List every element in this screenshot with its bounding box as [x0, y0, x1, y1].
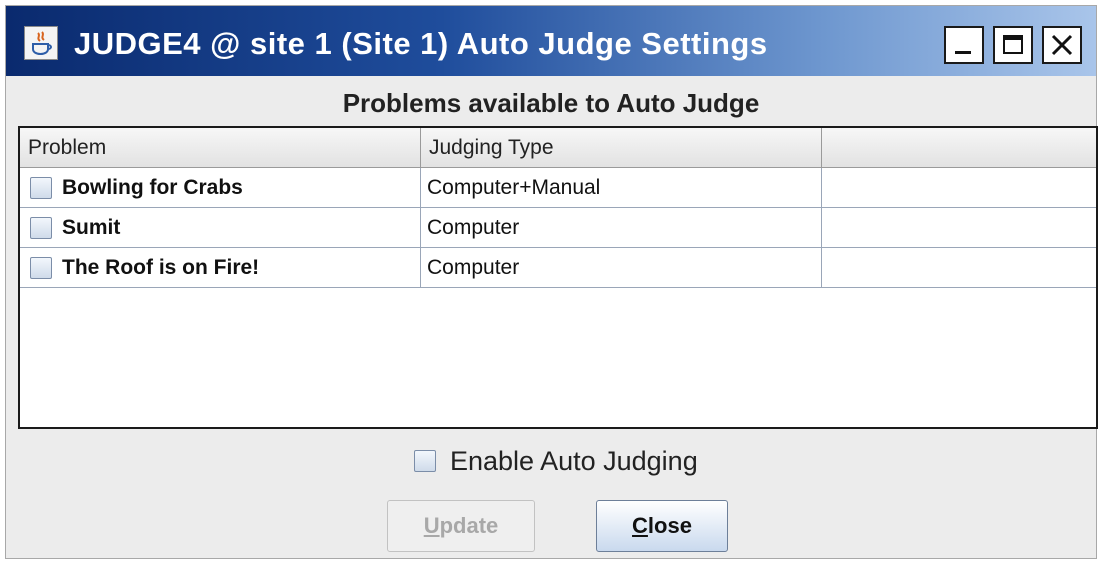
close-button[interactable]: Close	[596, 500, 728, 552]
update-mnemonic: U	[423, 513, 440, 538]
empty-cell[interactable]	[822, 248, 1096, 288]
update-label-rest: pdate	[439, 513, 499, 538]
enable-auto-judging-checkbox[interactable]	[414, 450, 436, 472]
minimize-icon	[955, 51, 971, 54]
judging-type-cell[interactable]: Computer	[421, 208, 822, 248]
judging-type-cell[interactable]: Computer+Manual	[421, 168, 822, 208]
title-bar[interactable]: JUDGE4 @ site 1 (Site 1) Auto Judge Sett…	[6, 6, 1096, 76]
maximize-icon	[1003, 35, 1023, 54]
close-window-button[interactable]	[1042, 26, 1082, 64]
window-title: JUDGE4 @ site 1 (Site 1) Auto Judge Sett…	[74, 26, 768, 61]
close-mnemonic: C	[632, 513, 648, 538]
column-header-problem[interactable]: Problem	[20, 128, 421, 168]
empty-cell[interactable]	[822, 168, 1096, 208]
problem-name: The Roof is on Fire!	[62, 256, 260, 279]
empty-cell[interactable]	[822, 208, 1096, 248]
maximize-button[interactable]	[993, 26, 1033, 64]
problem-checkbox[interactable]	[30, 217, 52, 239]
column-header-empty[interactable]	[822, 128, 1096, 168]
close-icon	[1051, 34, 1073, 56]
problems-heading: Problems available to Auto Judge	[342, 88, 760, 118]
close-label-rest: lose	[647, 513, 692, 538]
table-row-problem-cell[interactable]: Bowling for Crabs	[20, 168, 421, 208]
problems-table: Problem Judging Type Bowling for Crabs C…	[18, 126, 1098, 429]
problem-checkbox[interactable]	[30, 257, 52, 279]
table-row-problem-cell[interactable]: The Roof is on Fire!	[20, 248, 421, 288]
problem-checkbox[interactable]	[30, 177, 52, 199]
problem-name: Bowling for Crabs	[62, 176, 243, 199]
column-header-judging-type[interactable]: Judging Type	[421, 128, 822, 168]
enable-auto-judging-label[interactable]: Enable Auto Judging	[450, 446, 698, 477]
problem-name: Sumit	[62, 216, 121, 239]
judging-type-cell[interactable]: Computer	[421, 248, 822, 288]
update-button[interactable]: Update	[387, 500, 535, 552]
minimize-button[interactable]	[944, 26, 984, 64]
java-icon	[24, 26, 58, 60]
table-row-problem-cell[interactable]: Sumit	[20, 208, 421, 248]
auto-judge-settings-window: JUDGE4 @ site 1 (Site 1) Auto Judge Sett…	[5, 5, 1098, 559]
